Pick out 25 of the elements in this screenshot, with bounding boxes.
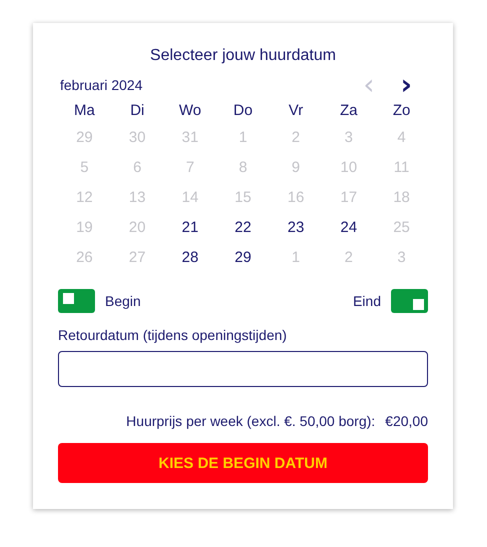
calendar-day[interactable]: 23 bbox=[288, 213, 304, 243]
calendar-day[interactable]: 29 bbox=[234, 243, 252, 273]
toggle-switch[interactable] bbox=[391, 289, 428, 313]
calendar-day[interactable]: 24 bbox=[340, 213, 358, 243]
price-label: Huurprijs per week (excl. €. 50,00 borg): bbox=[126, 413, 376, 429]
weekday-label: Ma bbox=[74, 101, 95, 121]
calendar-day[interactable]: 22 bbox=[234, 213, 252, 243]
choose-date-button[interactable]: KIES DE BEGIN DATUM bbox=[58, 443, 428, 483]
weekday-label: Zo bbox=[392, 101, 410, 121]
weekday-label: Di bbox=[130, 101, 144, 121]
price-value: €20,00 bbox=[385, 413, 428, 429]
toggle-label: Eind bbox=[352, 293, 381, 309]
calendar-title: Selecteer jouw huurdatum bbox=[149, 47, 337, 65]
calendar-day[interactable]: 21 bbox=[182, 213, 198, 243]
calendar-day[interactable]: 28 bbox=[182, 243, 198, 273]
weekday-label: Do bbox=[233, 101, 253, 121]
weekday-label: Za bbox=[340, 101, 358, 121]
month-label: februari 2024 bbox=[59, 77, 143, 93]
return-date-field[interactable] bbox=[58, 351, 428, 387]
weekday-label: Wo bbox=[179, 101, 202, 121]
weekday-label: Vr bbox=[288, 101, 304, 121]
toggle-label: Begin bbox=[105, 293, 141, 309]
next-month-button[interactable]: › bbox=[396, 73, 416, 97]
field-label: Retourdatum (tijdens openingstijden) bbox=[58, 327, 288, 343]
toggle-switch[interactable] bbox=[58, 289, 95, 313]
